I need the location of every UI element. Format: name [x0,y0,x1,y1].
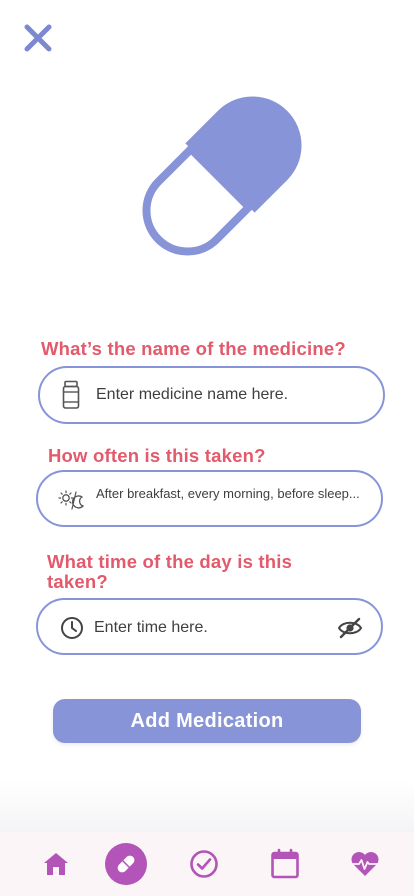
tab-tasks[interactable] [174,832,234,896]
frequency-input[interactable]: After breakfast, every morning, before s… [96,485,366,503]
pill-illustration [118,76,322,280]
pill-icon [117,855,135,873]
day-night-icon [58,488,86,512]
frequency-field[interactable]: After breakfast, every morning, before s… [36,470,383,527]
eye-off-icon[interactable] [336,615,364,641]
tab-home[interactable] [26,832,86,896]
bottom-fade [0,780,414,832]
medicine-name-field[interactable] [38,366,385,424]
medicine-name-question: What’s the name of the medicine? [41,338,346,359]
heartbeat-icon [351,852,379,876]
tab-health[interactable] [335,832,395,896]
close-button[interactable] [22,22,54,54]
home-icon [44,853,68,875]
medicine-name-input[interactable] [96,382,366,408]
time-question: What time of the day is this taken? [47,551,293,592]
frequency-question: How often is this taken? [48,445,266,466]
time-field[interactable] [36,598,383,655]
medicine-bottle-icon [60,380,82,410]
close-icon [24,24,52,52]
add-medication-button[interactable]: Add Medication [53,699,361,743]
tab-calendar[interactable] [255,832,315,896]
pill-capsule-icon [142,96,302,256]
tab-medication[interactable] [96,832,156,896]
clock-icon [59,615,85,641]
calendar-icon [271,848,299,879]
check-circle-icon [190,850,218,878]
tab-bar [0,832,414,896]
tab-medication-bubble [105,843,147,885]
time-input[interactable] [94,615,324,641]
